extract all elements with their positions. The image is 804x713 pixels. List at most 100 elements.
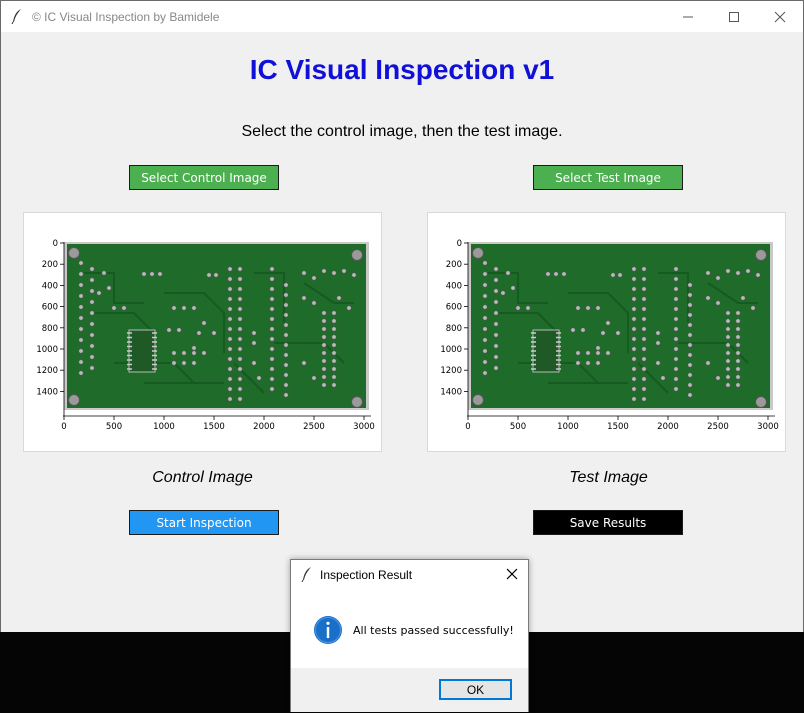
x-tick-label: 1500 — [203, 422, 225, 432]
solder-pad — [687, 362, 693, 368]
solder-pad — [631, 356, 637, 362]
start-inspection-button[interactable]: Start Inspection — [129, 510, 279, 535]
solder-pad — [227, 336, 233, 342]
y-tick-label: 1000 — [440, 345, 462, 355]
ok-button[interactable]: OK — [439, 679, 512, 700]
main-window: © IC Visual Inspection by Bamidele IC Vi… — [0, 0, 804, 632]
solder-pad — [725, 342, 731, 348]
solder-pad — [687, 322, 693, 328]
solder-pad — [181, 305, 187, 311]
solder-pad — [211, 330, 217, 336]
solder-pad — [331, 366, 337, 372]
solder-pad — [106, 285, 112, 291]
solder-pad — [121, 305, 127, 311]
solder-pad — [237, 286, 243, 292]
y-tick-label: 800 — [446, 324, 462, 334]
solder-pad — [575, 305, 581, 311]
solder-pad — [283, 332, 289, 338]
solder-pad — [617, 272, 623, 278]
solder-pad — [78, 348, 84, 354]
dialog-title: Inspection Result — [320, 568, 413, 582]
solder-pad — [283, 292, 289, 298]
select-test-image-button[interactable]: Select Test Image — [533, 165, 683, 190]
solder-pad — [631, 306, 637, 312]
solder-pad — [673, 366, 679, 372]
solder-pad — [171, 305, 177, 311]
solder-pad — [331, 310, 337, 316]
close-icon — [506, 568, 518, 580]
solder-pad — [269, 316, 275, 322]
solder-pad — [493, 266, 499, 272]
solder-pad — [331, 318, 337, 324]
solder-pad — [111, 305, 117, 311]
main-content: IC Visual Inspection v1 Select the contr… — [1, 32, 803, 632]
solder-pad — [735, 334, 741, 340]
save-results-button[interactable]: Save Results — [533, 510, 683, 535]
solder-pad — [631, 366, 637, 372]
solder-pad — [283, 342, 289, 348]
dialog-close-button[interactable] — [502, 564, 522, 584]
solder-pad — [687, 282, 693, 288]
solder-pad — [687, 332, 693, 338]
solder-pad — [301, 270, 307, 276]
solder-pad — [641, 386, 647, 392]
minimize-button[interactable] — [665, 1, 711, 32]
solder-pad — [176, 327, 182, 333]
solder-pad — [269, 296, 275, 302]
info-icon — [314, 616, 342, 644]
solder-pad — [227, 386, 233, 392]
solder-pad — [585, 360, 591, 366]
solder-pad — [493, 288, 499, 294]
solder-pad — [321, 358, 327, 364]
solder-pad — [237, 346, 243, 352]
solder-pad — [196, 330, 202, 336]
solder-pad — [631, 316, 637, 322]
x-tick-label: 0 — [61, 422, 66, 432]
solder-pad — [687, 352, 693, 358]
solder-pad — [149, 271, 155, 277]
solder-pad — [321, 318, 327, 324]
solder-pad — [725, 374, 731, 380]
solder-pad — [341, 268, 347, 274]
solder-pad — [206, 272, 212, 278]
solder-pad — [269, 386, 275, 392]
solder-pad — [251, 330, 257, 336]
solder-pad — [641, 306, 647, 312]
solder-pad — [493, 277, 499, 283]
solder-pad — [641, 396, 647, 402]
solder-pad — [237, 326, 243, 332]
solder-pad — [482, 370, 488, 376]
solder-pad — [269, 326, 275, 332]
solder-pad — [641, 346, 647, 352]
solder-pad — [705, 295, 711, 301]
solder-pad — [493, 321, 499, 327]
solder-pad — [641, 266, 647, 272]
solder-pad — [237, 296, 243, 302]
solder-pad — [321, 350, 327, 356]
close-button[interactable] — [757, 1, 803, 32]
minimize-icon — [683, 16, 693, 17]
solder-pad — [201, 350, 207, 356]
solder-pad — [510, 285, 516, 291]
solder-pad — [227, 306, 233, 312]
test-image-caption: Test Image — [569, 469, 648, 486]
solder-pad — [283, 392, 289, 398]
solder-pad — [283, 282, 289, 288]
maximize-button[interactable] — [711, 1, 757, 32]
solder-pad — [493, 343, 499, 349]
solder-pad — [725, 358, 731, 364]
select-control-image-button[interactable]: Select Control Image — [129, 165, 279, 190]
x-tick-label: 2000 — [253, 422, 275, 432]
solder-pad — [725, 334, 731, 340]
solder-pad — [301, 295, 307, 301]
solder-pad — [725, 326, 731, 332]
solder-pad — [585, 305, 591, 311]
solder-pad — [641, 276, 647, 282]
solder-pad — [321, 382, 327, 388]
solder-pad — [482, 359, 488, 365]
solder-pad — [631, 276, 637, 282]
solder-pad — [227, 276, 233, 282]
x-tick-label: 2000 — [657, 422, 679, 432]
maximize-icon — [729, 11, 739, 22]
solder-pad — [673, 336, 679, 342]
